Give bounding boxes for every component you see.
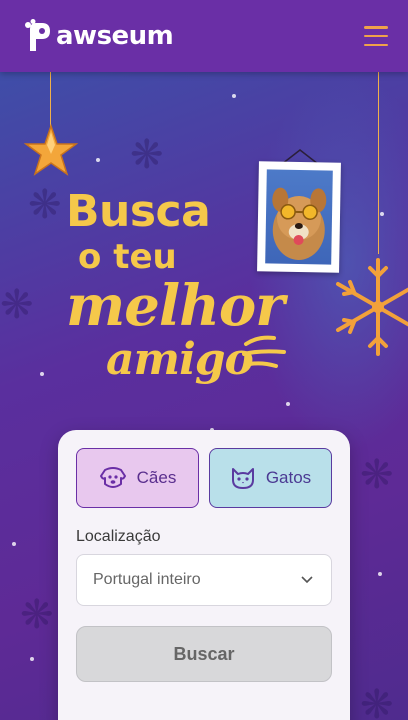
species-toggle-group: Cães Gatos [76,448,332,508]
dog-icon [99,467,126,488]
snow-dot [12,542,16,546]
site-header: awseum [0,0,408,72]
logo-text: awseum [56,21,174,51]
paw-print-icon: ❋ [130,133,164,177]
menu-button[interactable] [364,26,388,46]
ornament-string [378,72,379,254]
swoosh-lines-icon [242,335,286,368]
snow-dot [30,657,34,661]
snow-dot [380,212,384,216]
snow-dot [96,158,100,162]
search-button[interactable]: Buscar [76,626,332,682]
chevron-down-icon [301,576,313,584]
tab-dogs[interactable]: Cães [76,448,199,508]
snow-dot [378,572,382,576]
snow-dot [286,402,290,406]
location-select[interactable]: Portugal inteiro [76,554,332,606]
headline-line-1: Busca [66,186,211,237]
logo-paw-p-icon [25,19,50,51]
location-select-value: Portugal inteiro [93,571,201,588]
paw-print-icon: ❋ [360,683,394,720]
hamburger-icon-bar [364,34,388,38]
location-label: Localização [76,528,161,545]
pet-search-card: Cães Gatos Localização Portugal inteiro … [58,430,350,720]
paw-print-icon: ❋ [28,183,62,227]
tab-cats[interactable]: Gatos [209,448,332,508]
paw-print-icon: ❋ [360,453,394,497]
tab-dogs-label: Cães [136,468,177,487]
pawseum-logo[interactable]: awseum [24,19,174,53]
hamburger-icon-bar [364,26,388,29]
cat-icon [231,468,254,489]
headline-line-2: o teu [78,237,177,277]
paw-print-icon: ❋ [20,593,54,637]
snow-dot [232,94,236,98]
ornament-string [50,72,51,128]
tab-cats-label: Gatos [265,468,312,487]
hamburger-icon-bar [364,43,388,46]
snow-dot [40,372,44,376]
paw-print-icon: ❋ [0,283,34,327]
headline-line-3: melhor [66,273,285,339]
star-ornament-icon [24,124,78,176]
